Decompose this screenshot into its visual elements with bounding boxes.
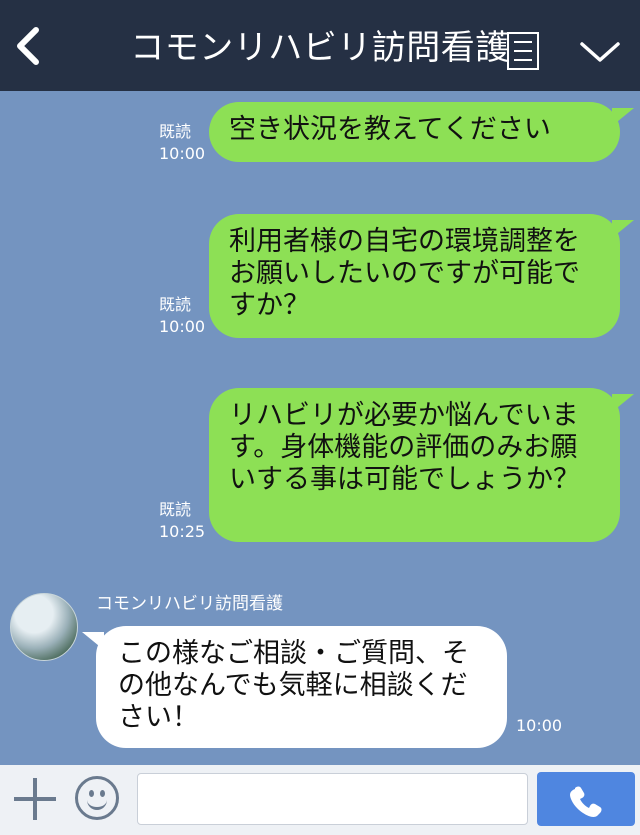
emoji-icon[interactable] — [75, 776, 119, 820]
message-time: 10:00 — [159, 317, 206, 336]
read-label: 既読 — [159, 295, 192, 314]
phone-icon — [570, 786, 602, 817]
read-receipt: 既読 10:00 — [159, 121, 205, 165]
message-time: 10:25 — [159, 522, 206, 541]
message-text: 利用者様の自宅の環境調整をお願いしたいのですが可能ですか？ — [229, 226, 580, 321]
message-bubble-outgoing[interactable]: 利用者様の自宅の環境調整をお願いしたいのですが可能ですか？ — [209, 214, 620, 338]
call-button[interactable] — [537, 772, 635, 826]
menu-icon[interactable] — [507, 32, 539, 70]
message-bubble-outgoing[interactable]: 空き状況を教えてください — [209, 102, 620, 162]
read-label: 既読 — [159, 122, 192, 141]
read-receipt: 既読 10:00 — [159, 294, 205, 338]
message-text: この様なご相談・ご質問、その他なんでも気軽に相談ください！ — [118, 638, 469, 733]
message-bubble-incoming[interactable]: この様なご相談・ご質問、その他なんでも気軽に相談ください！ — [96, 626, 507, 748]
message-text: リハビリが必要か悩んでいます。身体機能の評価のみお願いする事は可能でしょうか？ — [229, 400, 580, 495]
message-input[interactable] — [137, 773, 528, 825]
chat-header: コモンリハビリ訪問看護 — [0, 0, 640, 91]
chat-title: コモンリハビリ訪問看護 — [130, 28, 510, 68]
message-time: 10:00 — [516, 716, 563, 735]
plus-icon[interactable] — [14, 778, 56, 820]
sender-avatar[interactable] — [10, 593, 78, 661]
chevron-down-icon[interactable] — [578, 38, 622, 66]
sender-name: コモンリハビリ訪問看護 — [96, 594, 283, 614]
message-text: 空き状況を教えてください — [229, 114, 551, 145]
message-time: 10:00 — [159, 144, 206, 163]
message-bubble-outgoing[interactable]: リハビリが必要か悩んでいます。身体機能の評価のみお願いする事は可能でしょうか？ — [209, 388, 620, 542]
read-receipt: 既読 10:25 — [159, 499, 205, 543]
read-label: 既読 — [159, 500, 192, 519]
